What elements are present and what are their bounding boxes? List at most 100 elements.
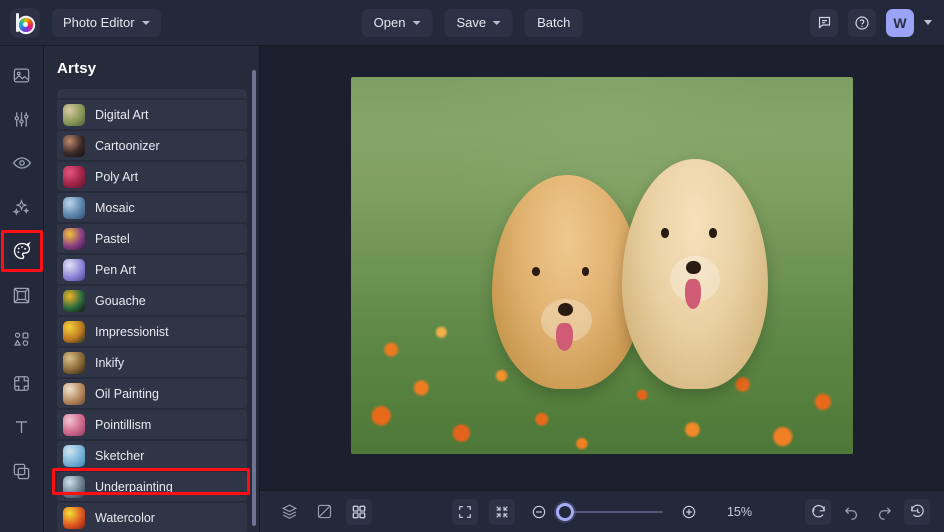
undo-icon	[843, 503, 860, 520]
redo-icon	[876, 503, 893, 520]
effects-panel: Artsy Digital ArtCartoonizerPoly ArtMosa…	[44, 46, 260, 532]
tool-rail-item-frames[interactable]	[7, 280, 37, 310]
zoom-in-button[interactable]	[676, 499, 702, 525]
effect-thumbnail	[63, 321, 85, 343]
fit-to-screen-icon	[494, 504, 510, 520]
shapes-icon	[12, 330, 31, 349]
fit-to-screen-button[interactable]	[489, 499, 515, 525]
layers-button[interactable]	[276, 499, 302, 525]
effect-list-item[interactable]: Impressionist	[57, 317, 247, 346]
compare-icon	[316, 503, 333, 520]
text-icon	[12, 418, 31, 437]
account-actions-group: W	[810, 9, 932, 37]
tool-rail-item-crop[interactable]	[7, 368, 37, 398]
file-actions-group: Open Save Batch	[362, 9, 583, 37]
history-icon	[909, 503, 926, 520]
bottom-bar: 15%	[260, 490, 944, 532]
effect-thumbnail	[63, 445, 85, 467]
compare-button[interactable]	[311, 499, 337, 525]
tool-rail-item-duplicate[interactable]	[7, 456, 37, 486]
zoom-slider[interactable]	[563, 511, 665, 513]
effect-label: Pastel	[95, 232, 130, 246]
effect-label: Cartoonizer	[95, 139, 160, 153]
app-body: Artsy Digital ArtCartoonizerPoly ArtMosa…	[0, 46, 944, 532]
effect-list-item[interactable]: Pen Art	[57, 255, 247, 284]
effect-thumbnail	[63, 352, 85, 374]
grid-icon	[351, 504, 367, 520]
photo-editor-app: Photo Editor Open Save Batch	[0, 0, 944, 532]
account-chevron-down-icon[interactable]	[924, 20, 932, 25]
effect-list-item[interactable]: Oil Painting	[57, 379, 247, 408]
effects-list[interactable]: Digital Art Cartoonizer Poly Art Mosaic Past…	[44, 89, 259, 532]
frame-icon	[12, 286, 31, 305]
tool-rail-item-text[interactable]	[7, 412, 37, 442]
effect-thumbnail	[63, 259, 85, 281]
effect-label: Pen Art	[95, 263, 136, 277]
effect-thumbnail	[63, 197, 85, 219]
effect-label: Poly Art	[95, 170, 138, 184]
eye-icon	[12, 153, 32, 173]
undo-button[interactable]	[838, 499, 864, 525]
edited-photo[interactable]	[351, 77, 853, 454]
zoom-slider-knob[interactable]	[556, 503, 574, 521]
effect-list-item[interactable]: Underpainting	[57, 472, 247, 501]
feedback-button[interactable]	[810, 9, 838, 37]
effects-scrollbar-track[interactable]	[252, 70, 256, 526]
effect-thumbnail	[63, 290, 85, 312]
effect-list-item[interactable]: Digital Art	[57, 100, 247, 129]
app-mode-menu[interactable]: Photo Editor	[52, 9, 161, 37]
effect-list-item[interactable]: Poly Art	[57, 162, 247, 191]
adjust-icon	[12, 110, 31, 129]
avatar[interactable]: W	[886, 9, 914, 37]
list-item-partial-top[interactable]	[57, 89, 247, 98]
crop-icon	[12, 374, 31, 393]
photo-puppy-right	[622, 159, 768, 389]
effect-label: Impressionist	[95, 325, 169, 339]
photo-puppy-left	[492, 175, 643, 390]
tool-rail-item-artsy[interactable]	[7, 236, 37, 266]
top-bar: Photo Editor Open Save Batch	[0, 0, 944, 46]
effects-scrollbar-thumb[interactable]	[252, 70, 256, 526]
image-icon	[12, 66, 31, 85]
effect-list-item[interactable]: Sketcher	[57, 441, 247, 470]
effect-list-item[interactable]: Inkify	[57, 348, 247, 377]
effect-thumbnail	[63, 476, 85, 498]
open-button[interactable]: Open	[362, 9, 433, 37]
reset-icon	[810, 503, 827, 520]
reset-button[interactable]	[805, 499, 831, 525]
zoom-slider-track[interactable]	[565, 511, 663, 513]
canvas-panel: 15%	[260, 46, 944, 532]
effect-list-item[interactable]: Gouache	[57, 286, 247, 315]
sparkles-icon	[12, 198, 31, 217]
zoom-controls: 15%	[452, 499, 752, 525]
help-button[interactable]	[848, 9, 876, 37]
effect-thumbnail	[63, 228, 85, 250]
effect-list-item[interactable]: Mosaic	[57, 193, 247, 222]
effect-label: Digital Art	[95, 108, 149, 122]
canvas-area[interactable]	[260, 46, 944, 490]
batch-button[interactable]: Batch	[525, 9, 582, 37]
tool-rail-item-image[interactable]	[7, 60, 37, 90]
effect-list-item[interactable]: Pastel	[57, 224, 247, 253]
chevron-down-icon	[412, 21, 420, 25]
open-label: Open	[374, 15, 406, 30]
save-label: Save	[456, 15, 486, 30]
effect-list-item[interactable]: Pointillism	[57, 410, 247, 439]
tool-rail-item-shapes[interactable]	[7, 324, 37, 354]
save-button[interactable]: Save	[444, 9, 513, 37]
effect-label: Pointillism	[95, 418, 151, 432]
effect-list-item[interactable]: Watercolor	[57, 503, 247, 532]
redo-button[interactable]	[871, 499, 897, 525]
tool-rail-item-adjust[interactable]	[7, 104, 37, 134]
fullscreen-button[interactable]	[452, 499, 478, 525]
tool-rail-item-ai-effects[interactable]	[7, 192, 37, 222]
grid-view-button[interactable]	[346, 499, 372, 525]
effect-thumbnail	[63, 166, 85, 188]
effect-list-item[interactable]: Cartoonizer	[57, 131, 247, 160]
history-button[interactable]	[904, 499, 930, 525]
tool-rail-item-retouch[interactable]	[7, 148, 37, 178]
effect-label: Watercolor	[95, 511, 155, 525]
zoom-out-button[interactable]	[526, 499, 552, 525]
batch-label: Batch	[537, 15, 570, 30]
brand-logo-button[interactable]	[10, 8, 40, 38]
